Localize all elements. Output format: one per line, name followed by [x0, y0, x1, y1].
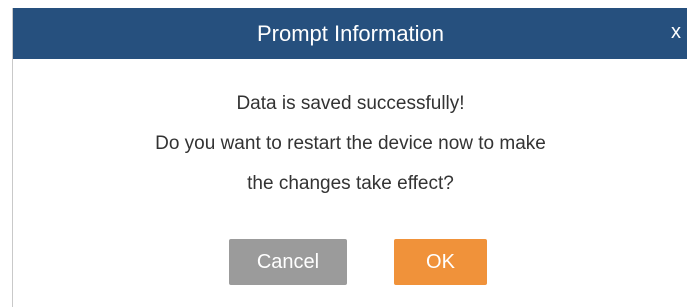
message-line-saved: Data is saved successfully!: [236, 93, 465, 114]
dialog-titlebar: Prompt Information x: [13, 8, 687, 59]
dialog-message: Data is saved successfully! Do you want …: [13, 84, 687, 204]
message-line-take-effect: the changes take effect?: [247, 173, 454, 194]
message-line-restart-question: Do you want to restart the device now to…: [155, 133, 546, 154]
cancel-button[interactable]: Cancel: [229, 239, 347, 285]
ok-button[interactable]: OK: [394, 239, 487, 285]
prompt-dialog: Prompt Information x Data is saved succe…: [12, 8, 687, 307]
close-icon[interactable]: x: [671, 8, 681, 59]
dialog-title: Prompt Information: [256, 21, 445, 46]
